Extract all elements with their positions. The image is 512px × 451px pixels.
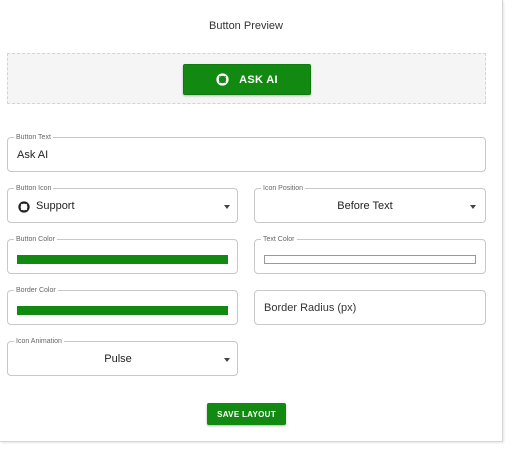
text-color-label: Text Color bbox=[261, 235, 297, 244]
icon-animation-value: Pulse bbox=[104, 353, 132, 365]
preview-title: Button Preview bbox=[209, 20, 283, 32]
support-icon bbox=[216, 73, 229, 86]
button-icon-label: Button Icon bbox=[14, 184, 54, 193]
icon-animation-select[interactable]: Icon Animation Pulse bbox=[7, 337, 238, 376]
border-color-field[interactable]: Border Color bbox=[7, 286, 238, 325]
chevron-down-icon bbox=[224, 358, 230, 362]
button-text-value: Ask AI bbox=[17, 149, 49, 161]
border-radius-placeholder: Border Radius (px) bbox=[264, 302, 357, 314]
border-color-label: Border Color bbox=[14, 286, 58, 295]
button-icon-value: Support bbox=[36, 200, 75, 212]
chevron-down-icon bbox=[224, 205, 230, 209]
button-color-label: Button Color bbox=[14, 235, 57, 244]
support-icon bbox=[18, 201, 30, 213]
button-text-label: Button Text bbox=[14, 133, 53, 142]
border-color-swatch[interactable] bbox=[17, 306, 228, 315]
text-color-field[interactable]: Text Color bbox=[254, 235, 486, 274]
icon-animation-label: Icon Animation bbox=[14, 337, 64, 346]
button-settings-panel: Button Preview ASK AI Button Text Ask AI… bbox=[0, 0, 503, 442]
button-icon-select[interactable]: Button Icon Support bbox=[7, 184, 238, 223]
preview-button-label: ASK AI bbox=[239, 73, 278, 86]
button-color-swatch[interactable] bbox=[17, 255, 228, 264]
icon-position-select[interactable]: Icon Position Before Text bbox=[254, 184, 486, 223]
chevron-down-icon bbox=[470, 205, 476, 209]
preview-ask-ai-button[interactable]: ASK AI bbox=[183, 64, 311, 95]
icon-position-value: Before Text bbox=[337, 200, 393, 212]
button-preview-area: ASK AI bbox=[7, 53, 486, 104]
text-color-swatch[interactable] bbox=[264, 255, 476, 264]
button-text-field[interactable]: Button Text Ask AI bbox=[7, 133, 486, 172]
icon-position-label: Icon Position bbox=[261, 184, 306, 193]
border-radius-input[interactable]: Border Radius (px) bbox=[254, 290, 486, 325]
button-color-field[interactable]: Button Color bbox=[7, 235, 238, 274]
save-layout-button[interactable]: SAVE LAYOUT bbox=[207, 403, 286, 425]
